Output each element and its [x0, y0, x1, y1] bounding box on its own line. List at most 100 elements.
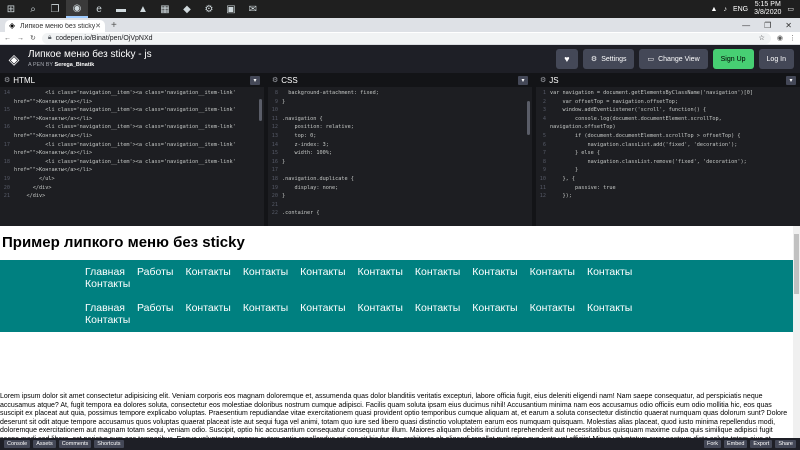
edge-icon[interactable]: e — [88, 0, 110, 18]
minimize-icon[interactable]: — — [742, 20, 750, 32]
url-field[interactable]: 🔒︎ codepen.io/Binat/pen/OjVpNXd ☆ — [41, 32, 771, 44]
html-editor-menu-chevron-icon[interactable]: ▾ — [250, 75, 260, 85]
nav-link[interactable]: Главная — [85, 302, 125, 314]
change-view-button[interactable]: ▭ Change View — [639, 49, 708, 69]
nav-link[interactable]: Контакты — [415, 266, 460, 278]
codepen-logo-icon[interactable]: ◈ — [6, 51, 22, 67]
css-editor-scrollbar[interactable] — [527, 101, 530, 135]
gear-icon: ⚙ — [590, 56, 598, 63]
search-icon[interactable]: ⌕ — [22, 0, 44, 18]
js-line-number: 10 — [539, 175, 546, 182]
css-editor[interactable]: ⚙ CSS ▾ 8 background-attachment: fixed; 9… — [268, 73, 532, 226]
comments-button[interactable]: Comments — [58, 440, 92, 448]
nav-link[interactable]: Контакты — [415, 302, 460, 314]
html-editor-scrollbar[interactable] — [259, 99, 262, 121]
clock[interactable]: 5:15 PM 3/8/2020 — [754, 1, 781, 17]
chrome-icon[interactable]: ◉ — [66, 0, 88, 18]
network-icon[interactable]: ▲ — [711, 6, 718, 13]
css-editor-menu-chevron-icon[interactable]: ▾ — [518, 75, 528, 85]
console-button[interactable]: Console — [4, 440, 31, 448]
nav-link[interactable]: Контакты — [472, 302, 517, 314]
terminal-icon[interactable]: ▣ — [220, 0, 242, 18]
volume-icon[interactable]: ♪ — [723, 6, 727, 13]
nav-link[interactable]: Контакты — [243, 266, 288, 278]
css-code-line: 8 background-attachment: fixed; — [268, 89, 532, 98]
new-tab-button[interactable]: + — [111, 20, 117, 32]
js-code-line: 11 passive: true — [536, 184, 800, 193]
close-tab-icon[interactable]: ✕ — [95, 22, 101, 30]
nav-link[interactable]: Контакты — [185, 266, 230, 278]
nav-link[interactable]: Контакты — [358, 266, 403, 278]
mail-icon[interactable]: ✉ — [242, 0, 264, 18]
js-editor[interactable]: ⚙ JS ▾ 1 var navigation = document.getEle… — [536, 73, 800, 226]
reload-icon[interactable]: ↻ — [30, 34, 36, 42]
nav-link[interactable]: Контакты — [587, 302, 632, 314]
log-in-button[interactable]: Log In — [758, 49, 794, 69]
nav-link[interactable]: Контакты — [472, 266, 517, 278]
settings-button[interactable]: ⚙ Settings — [582, 49, 635, 69]
task-view-icon[interactable]: ❐ — [44, 0, 66, 18]
html-line-number: 14 — [3, 90, 10, 96]
folder-icon[interactable]: ▬ — [110, 0, 132, 18]
nav-link[interactable]: Контакты — [185, 302, 230, 314]
css-line-text: } — [282, 158, 286, 165]
nav-link[interactable]: Контакты — [358, 302, 403, 314]
lock-icon[interactable]: 🔒︎ — [48, 34, 52, 42]
sign-up-button[interactable]: Sign Up — [712, 49, 754, 69]
author-link[interactable]: Serega_Binatik — [55, 62, 95, 68]
js-code-line: 12 }); — [536, 192, 800, 201]
back-icon[interactable]: ← — [4, 35, 11, 42]
nav-link[interactable]: Работы — [137, 266, 173, 278]
profile-avatar-icon[interactable]: ◉ — [777, 34, 783, 42]
vscode-icon[interactable]: ◆ — [176, 0, 198, 18]
html-settings-icon[interactable]: ⚙ — [4, 76, 10, 84]
html-code-area[interactable]: 14 <li class='navigation__item'><a class… — [0, 87, 264, 226]
navigation-row: Главная Работы Контакты Контакты Контакты Кон… — [85, 266, 685, 290]
maximize-icon[interactable]: ❐ — [764, 20, 771, 32]
shortcuts-button[interactable]: Shortcuts — [94, 440, 124, 448]
calculator-icon[interactable]: ▦ — [154, 0, 176, 18]
fork-button[interactable]: Fork — [703, 440, 721, 448]
share-button[interactable]: Share — [775, 440, 796, 448]
byline-prefix: A PEN BY — [28, 62, 53, 68]
js-settings-icon[interactable]: ⚙ — [540, 76, 546, 84]
css-code-area[interactable]: 8 background-attachment: fixed; 9} 10 11 .na… — [268, 87, 532, 226]
nav-link[interactable]: Контакты — [300, 302, 345, 314]
embed-button[interactable]: Embed — [723, 440, 748, 448]
love-button[interactable]: ♥ — [555, 49, 578, 69]
css-line-number: 14 — [271, 141, 278, 148]
nav-link[interactable]: Контакты — [530, 302, 575, 314]
nav-link[interactable]: Контакты — [587, 266, 632, 278]
notifications-icon[interactable]: ▭ — [787, 5, 794, 13]
browser-tab[interactable]: ◈ Липкое меню без sticky - js ✕ — [5, 20, 105, 32]
css-line-text: .navigation { — [282, 115, 323, 122]
preview-scrollbar[interactable] — [793, 226, 800, 438]
nav-link[interactable]: Контакты — [243, 302, 288, 314]
start-icon[interactable]: ⊞ — [0, 0, 22, 18]
export-button[interactable]: Export — [750, 440, 773, 448]
bookmark-star-icon[interactable]: ☆ — [759, 34, 765, 42]
assets-button[interactable]: Assets — [33, 440, 56, 448]
nav-link[interactable]: Контакты — [85, 278, 130, 290]
preview-scrollbar-thumb[interactable] — [794, 234, 799, 294]
forward-icon[interactable]: → — [17, 35, 24, 42]
nav-link[interactable]: Контакты — [530, 266, 575, 278]
result-preview[interactable]: Пример липкого меню без sticky Главная Ра… — [0, 226, 800, 438]
html-code-line: href="">Контакты</a></li> — [0, 149, 264, 158]
pen-title[interactable]: Липкое меню без sticky - js — [28, 49, 152, 61]
js-editor-menu-chevron-icon[interactable]: ▾ — [786, 75, 796, 85]
nav-link[interactable]: Главная — [85, 266, 125, 278]
nav-link[interactable]: Работы — [137, 302, 173, 314]
navigation-row-duplicate: Главная Работы Контакты Контакты Контакты Кон… — [85, 302, 685, 326]
html-editor[interactable]: ⚙ HTML ▾ 14 <li class='navigation__item'… — [0, 73, 264, 226]
js-code-area[interactable]: 1 var navigation = document.getElementsBy… — [536, 87, 800, 226]
nav-link[interactable]: Контакты — [300, 266, 345, 278]
nav-link[interactable]: Контакты — [85, 314, 130, 326]
vlc-icon[interactable]: ▲ — [132, 0, 154, 18]
css-settings-icon[interactable]: ⚙ — [272, 76, 278, 84]
js-code-line: 4 console.log(document.documentElement.s… — [536, 115, 800, 124]
close-window-icon[interactable]: ✕ — [785, 20, 792, 32]
language-indicator[interactable]: ENG — [733, 6, 748, 13]
settings-icon[interactable]: ⚙ — [198, 0, 220, 18]
browser-menu-icon[interactable]: ⋮ — [789, 34, 796, 42]
